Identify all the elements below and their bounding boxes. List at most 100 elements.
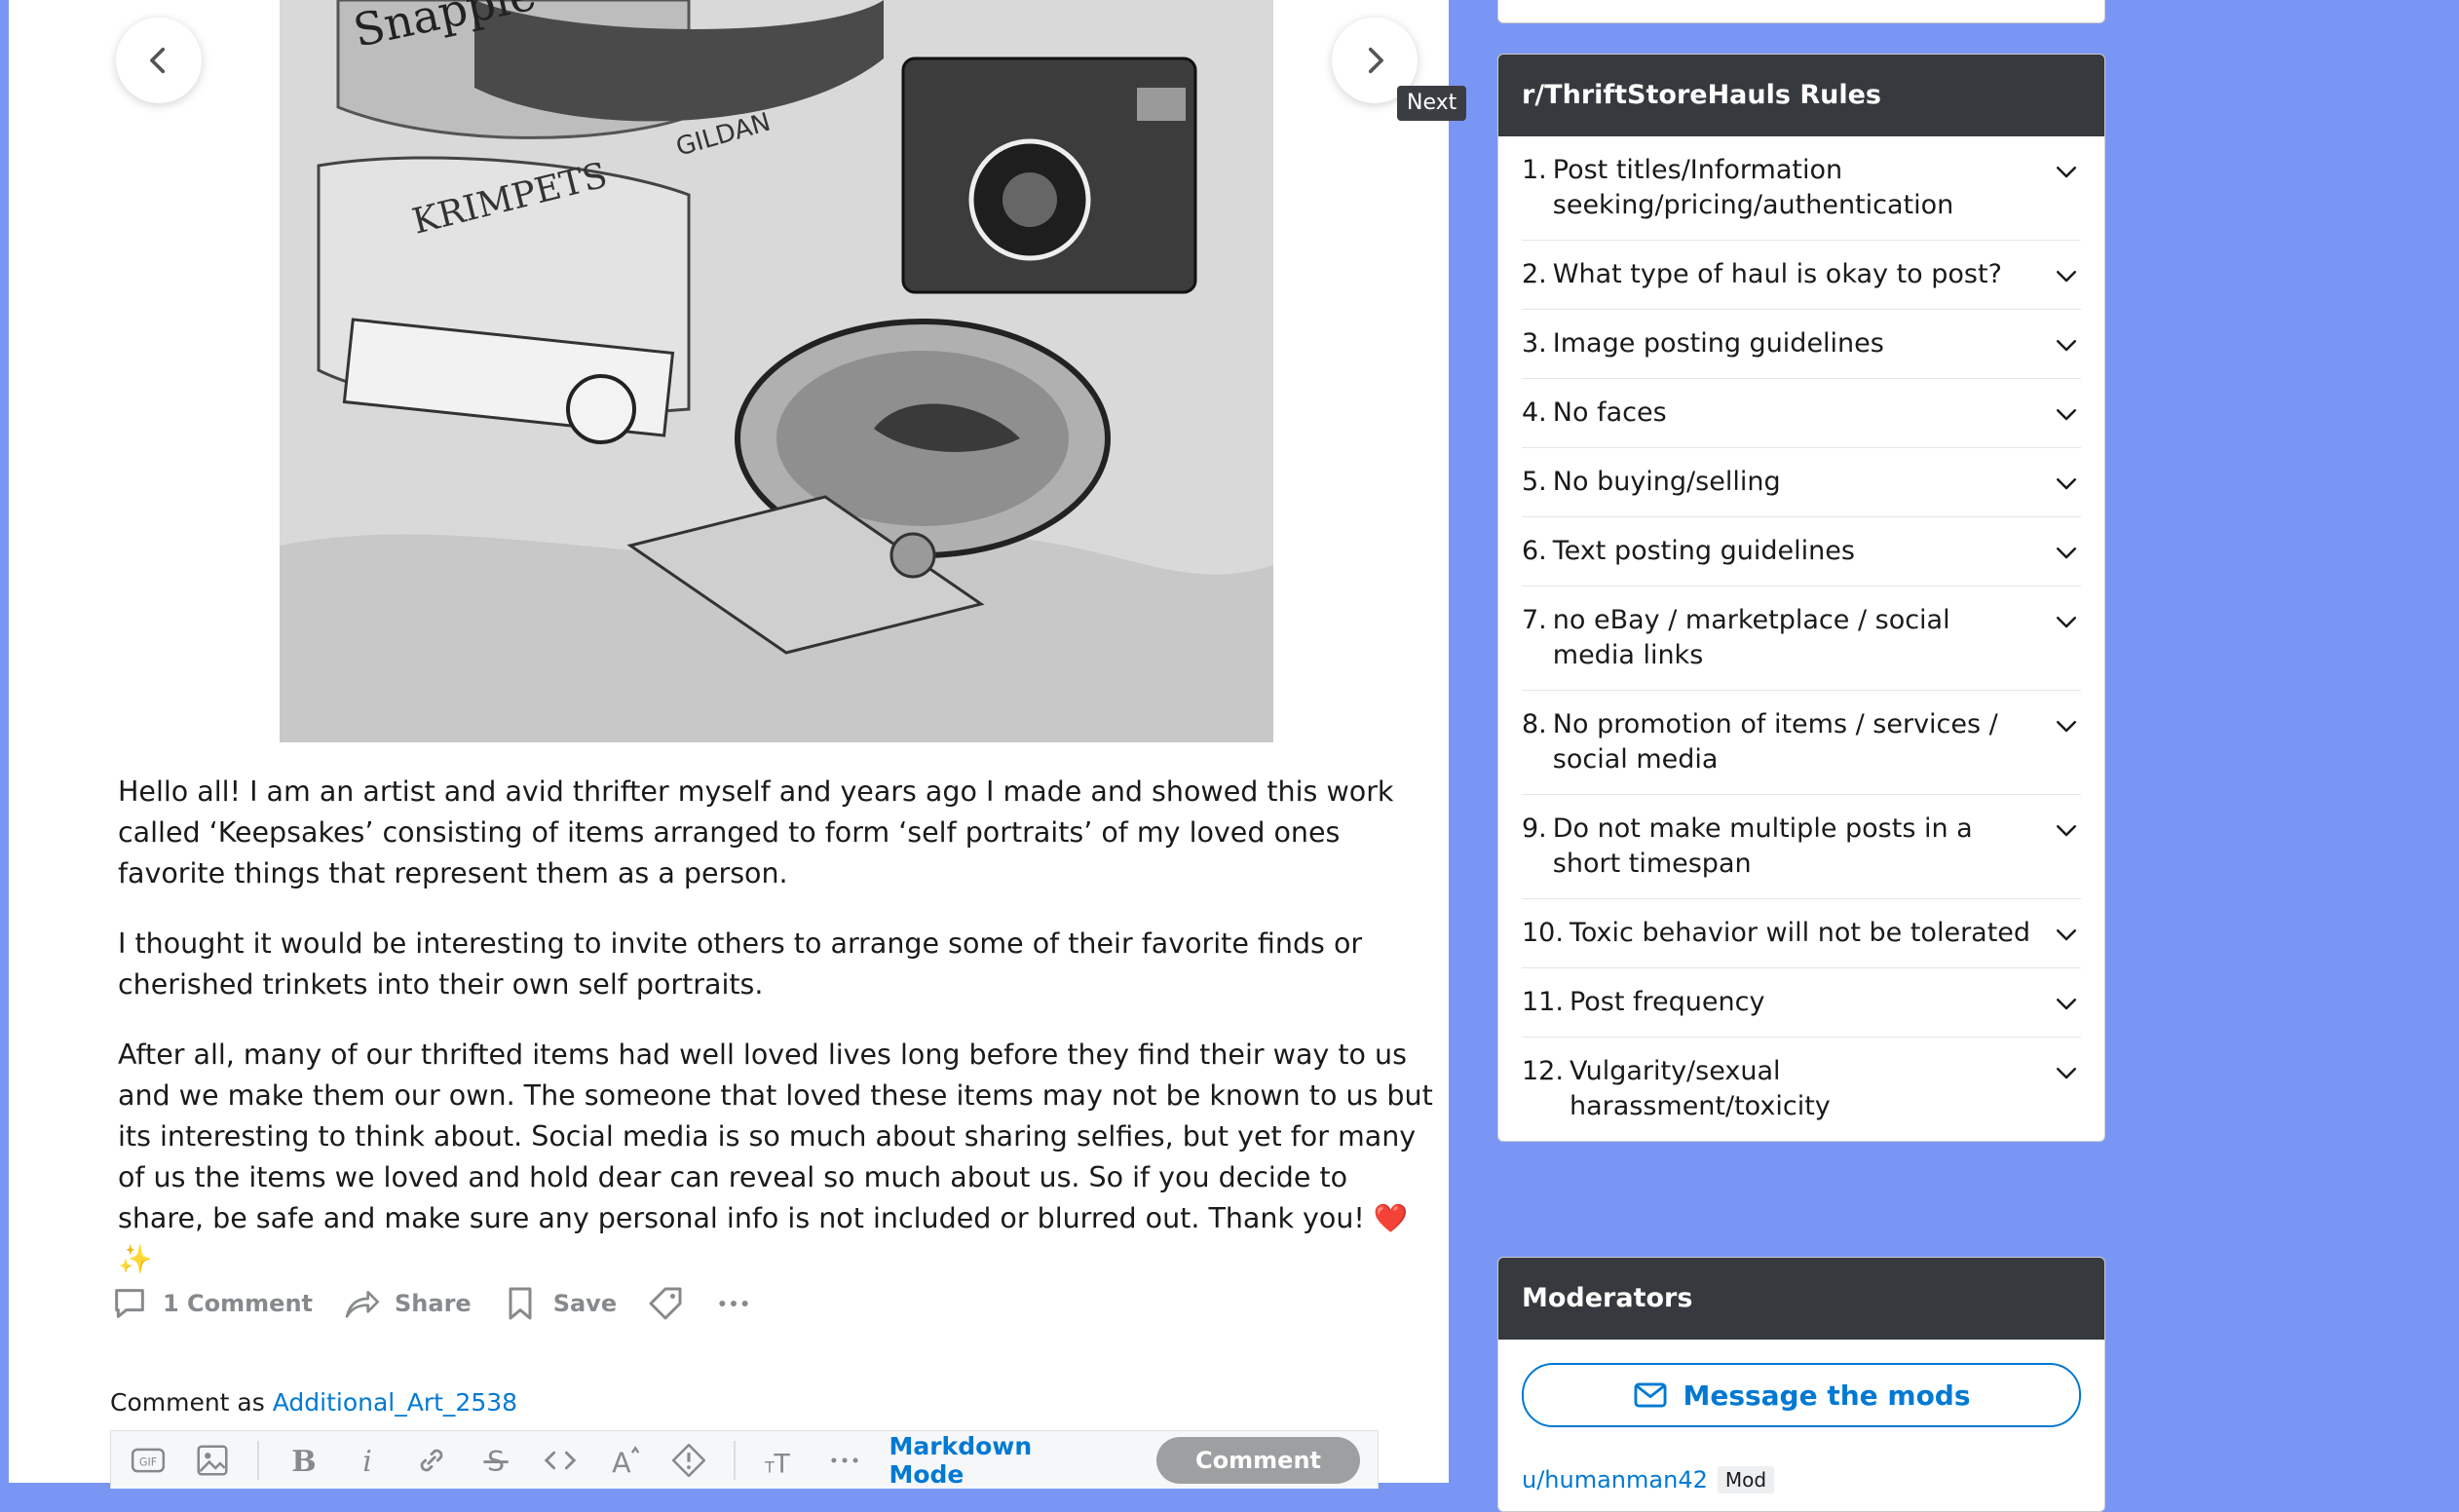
next-tooltip: Next bbox=[1397, 86, 1467, 121]
share-label: Share bbox=[395, 1290, 472, 1317]
more-options-button[interactable] bbox=[714, 1284, 753, 1323]
post-paragraph: After all, many of our thrifted items ha… bbox=[118, 1039, 1433, 1275]
rule-number: 4. bbox=[1522, 397, 1547, 428]
post-panel: Snapple KRIMPETS GILDAN Next Hello all! … bbox=[9, 0, 1467, 1489]
spoiler-icon bbox=[671, 1443, 705, 1477]
comment-editor-toolbar: GIF B i S A T T Markdown Mode Comment bbox=[110, 1430, 1379, 1489]
italic-button[interactable]: i bbox=[349, 1440, 388, 1481]
rule-text: No faces bbox=[1552, 397, 1667, 428]
rule-item[interactable]: 9. Do not make multiple posts in a short… bbox=[1522, 795, 2081, 899]
post-paragraph: I thought it would be interesting to inv… bbox=[118, 927, 1363, 1001]
save-label: Save bbox=[552, 1290, 618, 1317]
share-button[interactable]: Share bbox=[342, 1284, 472, 1323]
chevron-down-icon bbox=[2057, 167, 2076, 178]
moderator-row: u/humanman42 Mod bbox=[1522, 1466, 2081, 1493]
strikethrough-icon: S bbox=[483, 1446, 509, 1478]
rule-number: 3. bbox=[1522, 328, 1547, 359]
rule-text: no eBay / marketplace / social media lin… bbox=[1552, 605, 1950, 670]
rules-card: r/ThriftStoreHauls Rules 1. Post titles/… bbox=[1497, 54, 2105, 1142]
rule-item[interactable]: 10. Toxic behavior will not be tolerated bbox=[1522, 899, 2081, 968]
chevron-down-icon bbox=[2057, 340, 2076, 352]
moderators-card-title: Moderators bbox=[1498, 1258, 2104, 1340]
superscript-icon: A bbox=[612, 1445, 640, 1479]
rule-item[interactable]: 12. Vulgarity/sexual harassment/toxicity bbox=[1522, 1038, 2081, 1141]
more-icon bbox=[830, 1456, 858, 1463]
more-formatting-button[interactable] bbox=[825, 1440, 864, 1481]
rule-item[interactable]: 1. Post titles/Information seeking/prici… bbox=[1522, 136, 2081, 241]
message-mods-button[interactable]: Message the mods bbox=[1522, 1363, 2081, 1427]
spoiler-button[interactable] bbox=[669, 1440, 708, 1481]
chevron-down-icon bbox=[2057, 929, 2076, 941]
moderators-card: Moderators Message the mods u/humanman42… bbox=[1497, 1257, 2105, 1512]
rule-item[interactable]: 3. Image posting guidelines bbox=[1522, 310, 2081, 379]
tag-button[interactable] bbox=[646, 1284, 685, 1323]
sidebar-card-top bbox=[1497, 0, 2105, 23]
comment-username-link[interactable]: Additional_Art_2538 bbox=[273, 1388, 517, 1417]
rule-text: No promotion of items / services / socia… bbox=[1552, 709, 1998, 775]
rule-text: Post frequency bbox=[1569, 987, 1765, 1017]
comments-label: 1 Comment bbox=[163, 1290, 314, 1317]
rule-item[interactable]: 5. No buying/selling bbox=[1522, 448, 2081, 517]
drawing-artwork: Snapple KRIMPETS GILDAN bbox=[280, 0, 1273, 742]
link-button[interactable] bbox=[412, 1440, 451, 1481]
inline-code-button[interactable] bbox=[541, 1440, 580, 1481]
post-body: Hello all! I am an artist and avid thrif… bbox=[118, 772, 1433, 1309]
chevron-down-icon bbox=[2057, 409, 2076, 421]
toolbar-divider bbox=[256, 1440, 259, 1480]
heading-icon: T T bbox=[764, 1449, 790, 1478]
rule-number: 2. bbox=[1522, 259, 1547, 289]
link-icon bbox=[420, 1449, 443, 1471]
svg-text:GIF: GIF bbox=[139, 1455, 157, 1468]
mod-badge: Mod bbox=[1717, 1466, 1775, 1493]
save-button[interactable]: Save bbox=[501, 1284, 617, 1323]
rule-number: 8. bbox=[1522, 709, 1547, 739]
rule-item[interactable]: 2. What type of haul is okay to post? bbox=[1522, 241, 2081, 310]
gif-button[interactable]: GIF bbox=[129, 1440, 168, 1481]
heading-button[interactable]: T T bbox=[761, 1440, 800, 1481]
strikethrough-button[interactable]: S bbox=[476, 1440, 515, 1481]
rules-list: 1. Post titles/Information seeking/prici… bbox=[1498, 136, 2104, 1141]
rule-text: No buying/selling bbox=[1552, 467, 1781, 497]
comment-submit-button[interactable]: Comment bbox=[1156, 1436, 1360, 1484]
rule-number: 1. bbox=[1522, 155, 1547, 185]
svg-text:T: T bbox=[764, 1457, 775, 1476]
rule-number: 9. bbox=[1522, 813, 1547, 844]
rule-text: Image posting guidelines bbox=[1552, 328, 1884, 359]
bookmark-icon bbox=[509, 1287, 532, 1320]
rule-item[interactable]: 11. Post frequency bbox=[1522, 968, 2081, 1038]
chevron-down-icon bbox=[2057, 617, 2076, 628]
chevron-down-icon bbox=[2057, 999, 2076, 1010]
image-upload-button[interactable] bbox=[193, 1440, 232, 1481]
post-image[interactable]: Snapple KRIMPETS GILDAN bbox=[280, 0, 1273, 742]
rule-item[interactable]: 6. Text posting guidelines bbox=[1522, 517, 2081, 586]
share-icon bbox=[345, 1291, 380, 1318]
rule-item[interactable]: 4. No faces bbox=[1522, 379, 2081, 448]
comment-as-line: Comment as Additional_Art_2538 bbox=[110, 1388, 517, 1417]
rule-item[interactable]: 8. No promotion of items / services / so… bbox=[1522, 691, 2081, 795]
message-mods-label: Message the mods bbox=[1683, 1379, 1971, 1412]
post-action-bar: 1 Comment Share Save bbox=[110, 1278, 753, 1329]
rule-number: 5. bbox=[1522, 467, 1547, 497]
comments-button[interactable]: 1 Comment bbox=[110, 1284, 313, 1323]
chevron-down-icon bbox=[2057, 721, 2076, 733]
mail-icon bbox=[1635, 1382, 1667, 1408]
chevron-right-icon bbox=[1368, 47, 1383, 74]
rule-text: Post titles/Information seeking/pricing/… bbox=[1552, 155, 1954, 220]
post-paragraph: Hello all! I am an artist and avid thrif… bbox=[118, 775, 1394, 889]
gif-icon: GIF bbox=[131, 1448, 166, 1472]
rule-item[interactable]: 7. no eBay / marketplace / social media … bbox=[1522, 586, 2081, 691]
bold-icon: B bbox=[291, 1445, 316, 1479]
moderator-name-link[interactable]: u/humanman42 bbox=[1522, 1466, 1708, 1493]
image-icon bbox=[197, 1444, 228, 1476]
tag-icon bbox=[649, 1287, 682, 1320]
rule-number: 12. bbox=[1522, 1056, 1564, 1086]
comment-icon bbox=[115, 1289, 144, 1318]
bold-button[interactable]: B bbox=[284, 1440, 323, 1481]
rule-number: 7. bbox=[1522, 605, 1547, 635]
superscript-button[interactable]: A bbox=[605, 1440, 644, 1481]
previous-image-button[interactable] bbox=[116, 18, 202, 103]
chevron-down-icon bbox=[2057, 1068, 2076, 1079]
rule-text: Text posting guidelines bbox=[1552, 536, 1855, 566]
rule-text: Do not make multiple posts in a short ti… bbox=[1552, 813, 1973, 879]
markdown-mode-toggle[interactable]: Markdown Mode bbox=[889, 1432, 1104, 1489]
